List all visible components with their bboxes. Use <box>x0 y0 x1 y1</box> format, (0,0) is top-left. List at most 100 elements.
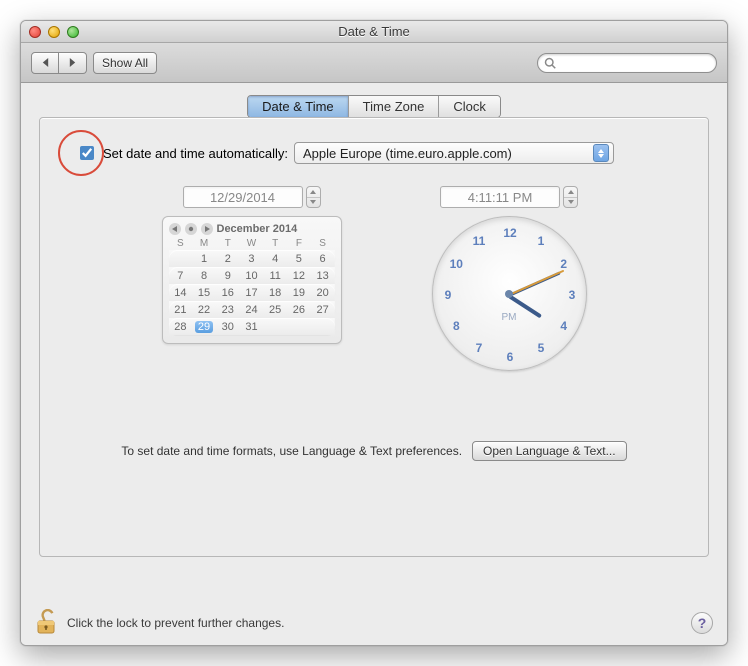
calendar-day[interactable]: 7 <box>169 267 193 284</box>
calendar-day[interactable]: 17 <box>240 284 264 301</box>
footer: Click the lock to prevent further change… <box>21 601 727 645</box>
calendar-day[interactable]: 20 <box>311 284 335 301</box>
calendar[interactable]: December 2014 SMTWTFS 123456789101112131… <box>162 216 342 344</box>
tab-bar: Date & Time Time Zone Clock <box>247 95 501 118</box>
calendar-day[interactable]: 2 <box>216 250 240 267</box>
footer-text: Click the lock to prevent further change… <box>67 616 681 630</box>
tab-date-time[interactable]: Date & Time <box>248 96 349 117</box>
chevron-right-icon <box>68 57 77 68</box>
close-icon[interactable] <box>29 26 41 38</box>
nav-group <box>31 52 87 74</box>
calendar-dow: W <box>240 237 264 250</box>
clock-numeral: 9 <box>445 288 452 302</box>
search-field[interactable] <box>537 53 717 73</box>
clock-numeral: 10 <box>450 257 463 271</box>
calendar-day[interactable]: 16 <box>216 284 240 301</box>
calendar-day[interactable]: 28 <box>169 318 193 335</box>
chevron-left-icon <box>41 57 50 68</box>
calendar-day[interactable]: 25 <box>263 301 287 318</box>
calendar-title: December 2014 <box>217 223 298 235</box>
search-input[interactable] <box>560 55 710 71</box>
calendar-day[interactable]: 11 <box>263 267 287 284</box>
calendar-day[interactable]: 21 <box>169 301 193 318</box>
calendar-day <box>311 318 335 335</box>
date-field[interactable]: 12/29/2014 <box>183 186 303 208</box>
clock-numeral: 11 <box>473 234 486 248</box>
calendar-grid: SMTWTFS 12345678910111213141516171819202… <box>169 237 335 335</box>
clock-numeral: 2 <box>560 257 567 271</box>
formats-row: To set date and time formats, use Langua… <box>68 441 680 461</box>
minimize-icon[interactable] <box>48 26 60 38</box>
second-hand <box>509 269 564 295</box>
calendar-day[interactable]: 14 <box>169 284 193 301</box>
cal-prev-button[interactable] <box>169 223 181 235</box>
calendar-dow: S <box>169 237 193 250</box>
back-button[interactable] <box>31 52 59 74</box>
calendar-day[interactable]: 24 <box>240 301 264 318</box>
tab-panel: Set date and time automatically: Apple E… <box>39 117 709 557</box>
clock-numeral: 6 <box>507 350 514 364</box>
clock-numeral: 7 <box>476 341 483 355</box>
calendar-day <box>263 318 287 335</box>
tab-clock[interactable]: Clock <box>439 96 500 117</box>
open-language-text-button[interactable]: Open Language & Text... <box>472 441 627 461</box>
calendar-dow: F <box>287 237 311 250</box>
calendar-day[interactable]: 18 <box>263 284 287 301</box>
calendar-dow: M <box>192 237 216 250</box>
time-server-popup[interactable]: Apple Europe (time.euro.apple.com) <box>294 142 614 164</box>
clock-pin-icon <box>505 290 513 298</box>
tab-time-zone[interactable]: Time Zone <box>349 96 440 117</box>
clock-numeral: 4 <box>560 319 567 333</box>
calendar-day[interactable]: 29 <box>192 318 216 335</box>
calendar-day[interactable]: 6 <box>311 250 335 267</box>
formats-text: To set date and time formats, use Langua… <box>121 444 462 458</box>
unlocked-lock-icon <box>35 609 57 635</box>
date-column: 12/29/2014 December 2014 <box>162 186 342 371</box>
cal-today-button[interactable] <box>185 223 197 235</box>
calendar-day <box>287 318 311 335</box>
popup-arrows-icon <box>593 144 609 162</box>
calendar-day[interactable]: 8 <box>192 267 216 284</box>
calendar-day[interactable]: 22 <box>192 301 216 318</box>
content-area: Date & Time Time Zone Clock Set date and… <box>21 83 727 601</box>
show-all-button[interactable]: Show All <box>93 52 157 74</box>
calendar-day[interactable]: 27 <box>311 301 335 318</box>
calendar-day[interactable]: 10 <box>240 267 264 284</box>
calendar-day[interactable]: 30 <box>216 318 240 335</box>
calendar-day[interactable]: 31 <box>240 318 264 335</box>
time-stepper[interactable] <box>563 186 578 208</box>
calendar-dow: S <box>311 237 335 250</box>
auto-time-row: Set date and time automatically: Apple E… <box>76 142 680 164</box>
help-button[interactable]: ? <box>691 612 713 634</box>
calendar-dow: T <box>263 237 287 250</box>
calendar-day[interactable]: 23 <box>216 301 240 318</box>
lock-button[interactable] <box>35 609 57 638</box>
date-stepper[interactable] <box>306 186 321 208</box>
zoom-icon[interactable] <box>67 26 79 38</box>
calendar-day[interactable]: 15 <box>192 284 216 301</box>
calendar-day[interactable]: 26 <box>287 301 311 318</box>
clock-numeral: 3 <box>569 288 576 302</box>
calendar-day[interactable]: 19 <box>287 284 311 301</box>
window-title: Date & Time <box>21 24 727 39</box>
calendar-day[interactable]: 4 <box>263 250 287 267</box>
auto-time-checkbox[interactable] <box>80 146 94 160</box>
forward-button[interactable] <box>59 52 87 74</box>
preferences-window: Date & Time Show All Date & Time Time Zo… <box>20 20 728 646</box>
window-controls <box>29 26 79 38</box>
calendar-day[interactable]: 5 <box>287 250 311 267</box>
cal-next-button[interactable] <box>201 223 213 235</box>
auto-time-label: Set date and time automatically: <box>103 146 288 161</box>
time-field[interactable]: 4:11:11 PM <box>440 186 560 208</box>
calendar-day[interactable]: 12 <box>287 267 311 284</box>
calendar-day <box>169 250 193 267</box>
search-icon <box>544 57 556 69</box>
clock-ampm: PM <box>502 312 517 323</box>
clock-numeral: 12 <box>503 226 516 240</box>
analog-clock: PM 121234567891011 <box>432 216 587 371</box>
calendar-day[interactable]: 3 <box>240 250 264 267</box>
clock-numeral: 1 <box>538 234 545 248</box>
calendar-day[interactable]: 1 <box>192 250 216 267</box>
calendar-day[interactable]: 13 <box>311 267 335 284</box>
calendar-day[interactable]: 9 <box>216 267 240 284</box>
